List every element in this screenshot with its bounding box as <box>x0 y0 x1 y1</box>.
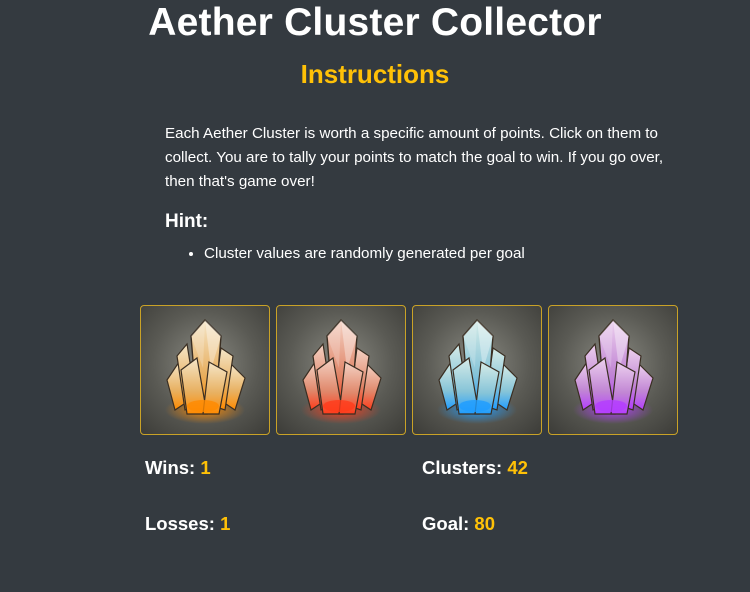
game-title: Aether Cluster Collector <box>148 1 602 44</box>
wind-crystal-icon <box>573 318 654 424</box>
wins-stat: Wins: 1 <box>145 456 211 480</box>
crystal-card-1[interactable] <box>140 305 270 435</box>
crystal-card-4[interactable] <box>548 305 678 435</box>
clusters-stat: Clusters: 42 <box>422 456 528 480</box>
hint-heading: Hint: <box>165 211 209 232</box>
wins-label: Wins: <box>145 457 196 478</box>
hint-list: Cluster values are randomly generated pe… <box>165 242 525 266</box>
clusters-value: 42 <box>507 457 528 478</box>
fire-crystal-icon <box>165 318 246 424</box>
goal-stat: Goal: 80 <box>422 512 495 536</box>
crystal-card-2[interactable] <box>276 305 406 435</box>
crystal-card-3[interactable] <box>412 305 542 435</box>
instructions-text: Each Aether Cluster is worth a specific … <box>165 125 664 190</box>
crystal-cards <box>140 305 678 435</box>
goal-value: 80 <box>474 513 495 534</box>
clusters-label: Clusters: <box>422 457 503 478</box>
losses-label: Losses: <box>145 513 215 534</box>
lightning-crystal-icon <box>301 318 382 424</box>
losses-stat: Losses: 1 <box>145 512 230 536</box>
ice-crystal-icon <box>437 318 518 424</box>
hint-item: Cluster values are randomly generated pe… <box>204 242 525 266</box>
wins-value: 1 <box>200 457 211 478</box>
goal-label: Goal: <box>422 513 470 534</box>
losses-value: 1 <box>220 513 231 534</box>
instructions-heading: Instructions <box>300 59 450 89</box>
